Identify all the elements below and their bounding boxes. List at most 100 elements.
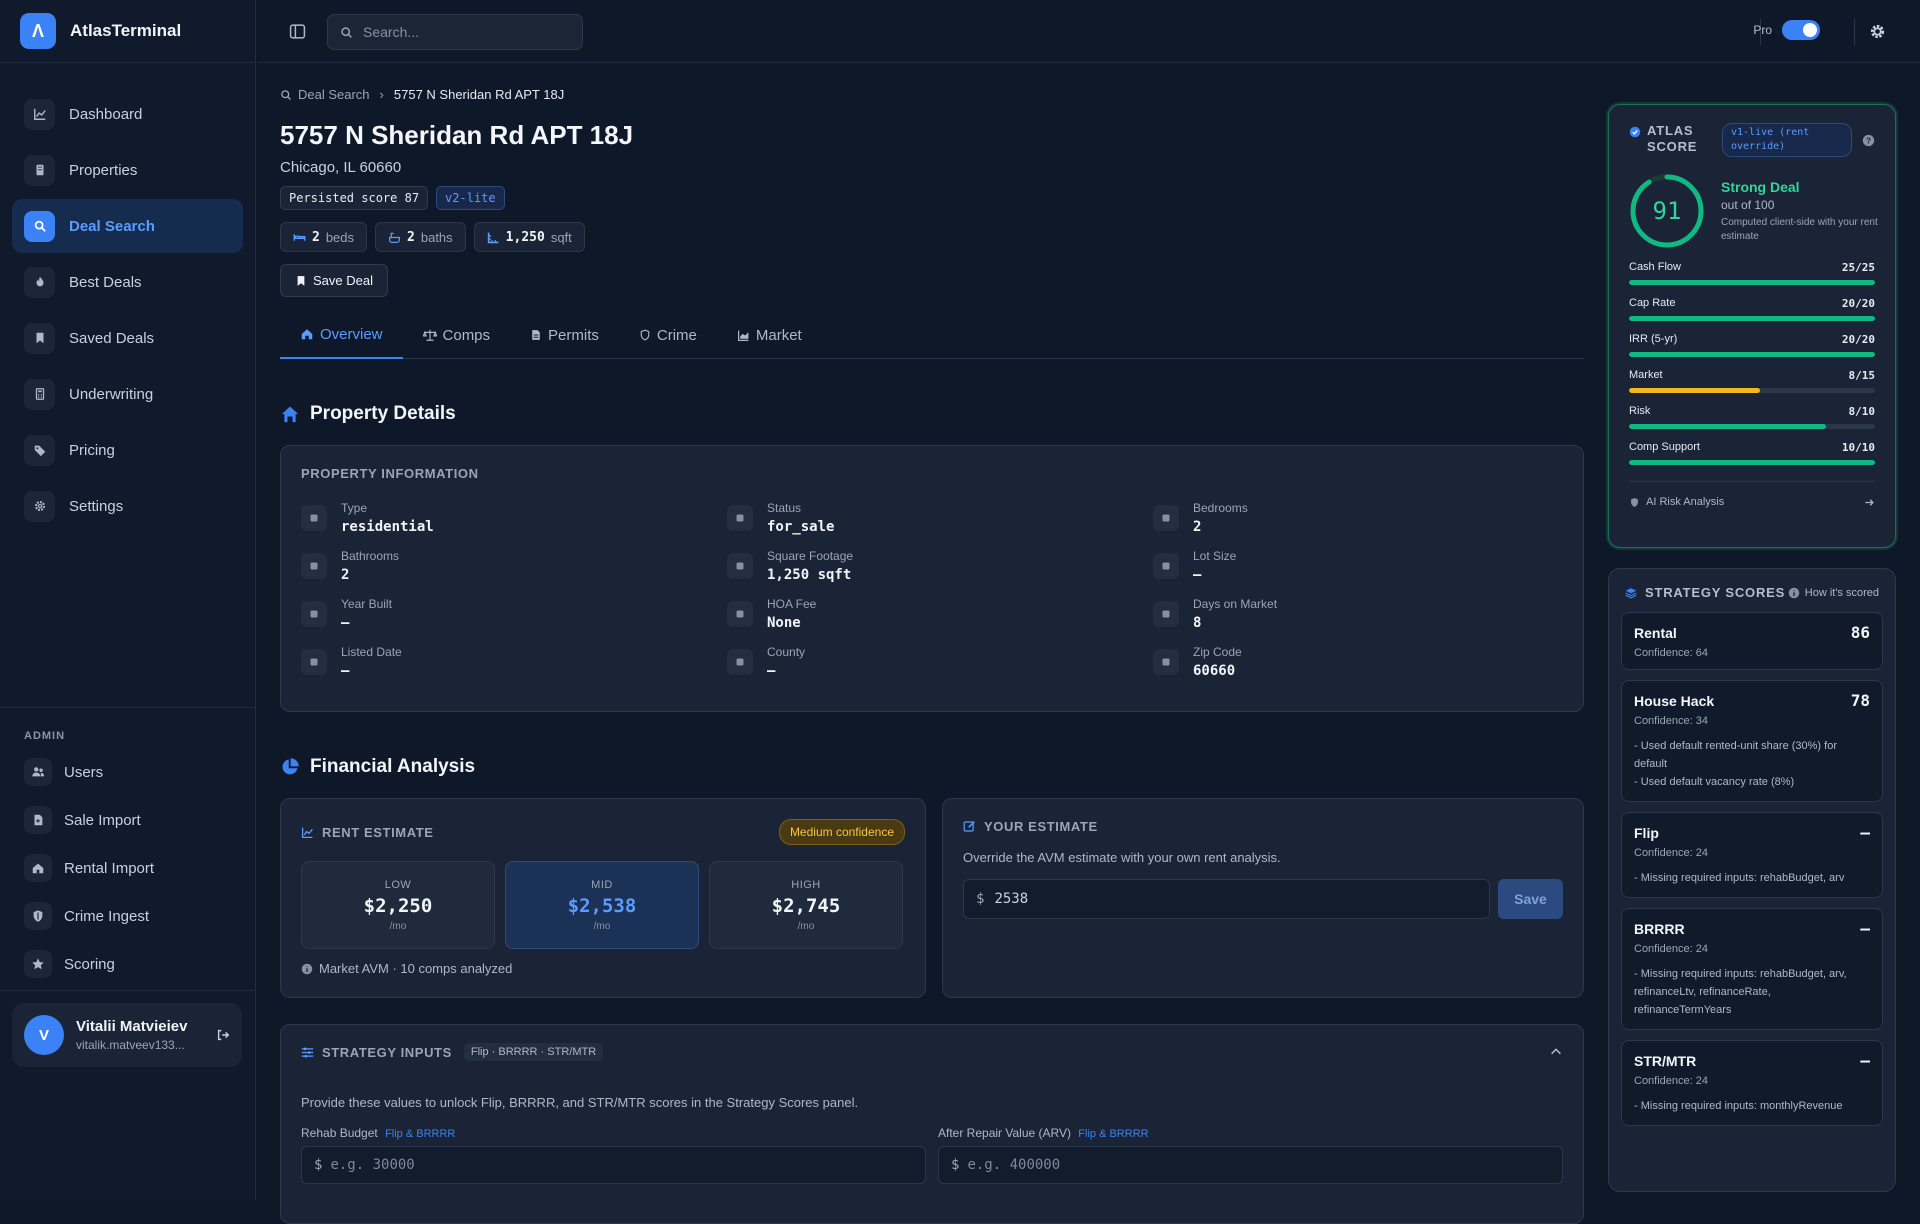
nav-label: Properties [69, 161, 138, 179]
rehab-budget-input[interactable]: $ e.g. 30000 [301, 1146, 926, 1184]
search-icon [24, 210, 55, 242]
score-version-line: v1-live (rent [1731, 127, 1810, 138]
how-scored-link[interactable]: How it's scored [1788, 587, 1879, 599]
rehab-tag: Flip & BRRRR [385, 1128, 456, 1140]
component-label: Risk [1629, 405, 1651, 417]
save-estimate-button[interactable]: Save [1498, 879, 1563, 919]
gear-icon [24, 490, 55, 522]
pie-chart-icon [280, 757, 300, 777]
nav-label: Pricing [69, 441, 115, 459]
strategy-notes: - Missing required inputs: rehabBudget, … [1634, 965, 1870, 1019]
nav-label: Saved Deals [69, 329, 155, 347]
strategy-confidence: Confidence: 24 [1634, 1075, 1708, 1087]
user-name: Vitalii Matvieiev [76, 1018, 188, 1035]
brand[interactable]: Λ AtlasTerminal [0, 0, 255, 63]
nav-label: Deal Search [69, 217, 155, 235]
chevron-up-icon[interactable] [1549, 1045, 1563, 1059]
component-label: Cap Rate [1629, 297, 1676, 309]
rent-estimate-input[interactable]: $ 2538 [963, 879, 1490, 919]
chart-line-icon [24, 98, 55, 130]
nav-item-saved-deals[interactable]: Saved Deals [12, 311, 243, 365]
admin-item-crime-ingest[interactable]: Crime Ingest [12, 892, 243, 940]
calendar-check-icon [301, 649, 327, 675]
field-label: Bedrooms [1193, 501, 1248, 515]
atlas-score-card: ATLAS SCORE v1-live (rent override) ? 91… [1608, 104, 1896, 548]
strategy-item[interactable]: Rental 86 Confidence: 64 [1621, 612, 1883, 670]
sqft-unit: sqft [550, 229, 572, 245]
admin-item-users[interactable]: Users [12, 748, 243, 796]
rent-high-value: $2,745 [771, 894, 841, 917]
search-input[interactable]: Search... [327, 14, 583, 50]
arv-tag: Flip & BRRRR [1078, 1128, 1149, 1140]
strategy-item[interactable]: Flip – Confidence: 24 - Missing required in… [1621, 812, 1883, 898]
progress-track [1629, 280, 1875, 285]
property-field: Type residential [301, 501, 727, 535]
field-label: Square Footage [767, 549, 854, 563]
arv-input[interactable]: $ e.g. 400000 [938, 1146, 1563, 1184]
property-address: Chicago, IL 60660 [280, 159, 402, 176]
field-label: Zip Code [1193, 645, 1242, 659]
admin-item-rental-import[interactable]: Rental Import [12, 844, 243, 892]
nav-label: Dashboard [69, 105, 143, 123]
gear-icon[interactable] [1869, 23, 1886, 40]
admin-label: Users [64, 763, 104, 781]
strategy-note: - Missing required inputs: monthlyRevenu… [1634, 1100, 1843, 1112]
nav-item-underwriting[interactable]: Underwriting [12, 367, 243, 421]
score-note: Computed client-side with your rent esti… [1721, 216, 1878, 242]
logout-icon[interactable] [216, 1028, 230, 1042]
strategy-item[interactable]: House Hack 78 Confidence: 34 - Used default… [1621, 680, 1883, 802]
nav-item-best-deals[interactable]: Best Deals [12, 255, 243, 309]
field-label: Year Built [341, 597, 392, 611]
ai-risk-link[interactable]: AI Risk Analysis [1629, 481, 1875, 508]
arv-label: After Repair Value (ARV) [938, 1126, 1071, 1140]
breadcrumb-root[interactable]: Deal Search [298, 87, 370, 102]
component-value: 20/20 [1841, 297, 1875, 310]
document-icon [530, 329, 542, 341]
financial-analysis-header: Financial Analysis [280, 756, 1584, 778]
strategy-score: 86 [1850, 623, 1870, 642]
strategy-confidence: Confidence: 64 [1634, 647, 1708, 659]
nav-item-settings[interactable]: Settings [12, 479, 243, 533]
strategy-score: – [1860, 823, 1870, 842]
strategy-name: Flip [1634, 824, 1659, 841]
strategy-item[interactable]: STR/MTR – Confidence: 24 - Missing required… [1621, 1040, 1883, 1126]
nav-item-deal-search[interactable]: Deal Search [12, 199, 243, 253]
nav-item-properties[interactable]: Properties [12, 143, 243, 197]
component-value: 8/15 [1848, 369, 1876, 382]
tab-crime[interactable]: Crime [619, 311, 717, 359]
toggle-switch[interactable] [1782, 20, 1820, 40]
tab-overview[interactable]: Overview [280, 311, 403, 359]
users-icon [24, 758, 52, 786]
sidebar-toggle-icon[interactable] [289, 23, 306, 40]
tab-permits[interactable]: Permits [510, 311, 619, 359]
property-field: Status for_sale [727, 501, 1153, 535]
rent-unit: /mo [593, 920, 611, 932]
building-icon [301, 505, 327, 531]
user-profile[interactable]: V Vitalii Matvieiev vitalik.matveev133..… [12, 1003, 242, 1067]
your-estimate-desc: Override the AVM estimate with your own … [963, 850, 1281, 865]
how-scored-label: How it's scored [1804, 586, 1879, 599]
sliders-icon [301, 1046, 314, 1059]
ruler-icon [487, 231, 500, 244]
strategy-name: STR/MTR [1634, 1052, 1697, 1069]
tab-label: Overview [320, 325, 383, 343]
property-field: County — [727, 645, 1153, 679]
admin-item-scoring[interactable]: Scoring [12, 940, 243, 988]
tab-market[interactable]: Market [717, 311, 822, 359]
your-estimate-title: YOUR ESTIMATE [984, 819, 1098, 834]
admin-item-sale-import[interactable]: Sale Import [12, 796, 243, 844]
rent-mid-box: MID $2,538 /mo [505, 861, 699, 949]
save-deal-button[interactable]: Save Deal [280, 264, 388, 297]
section-title: Financial Analysis [310, 756, 476, 777]
property-field: Listed Date — [301, 645, 727, 679]
tab-comps[interactable]: Comps [403, 311, 511, 359]
nav-item-dashboard[interactable]: Dashboard [12, 87, 243, 141]
strategy-item[interactable]: BRRRR – Confidence: 24 - Missing required i… [1621, 908, 1883, 1030]
help-icon[interactable]: ? [1862, 134, 1875, 147]
pro-toggle[interactable]: Pro [1753, 20, 1820, 40]
beds-value: 2 [312, 229, 320, 245]
rent-high-label: HIGH [791, 878, 821, 891]
nav-item-pricing[interactable]: Pricing [12, 423, 243, 477]
currency-prefix: $ [951, 1157, 960, 1173]
version-badge: v2-lite [436, 186, 505, 210]
